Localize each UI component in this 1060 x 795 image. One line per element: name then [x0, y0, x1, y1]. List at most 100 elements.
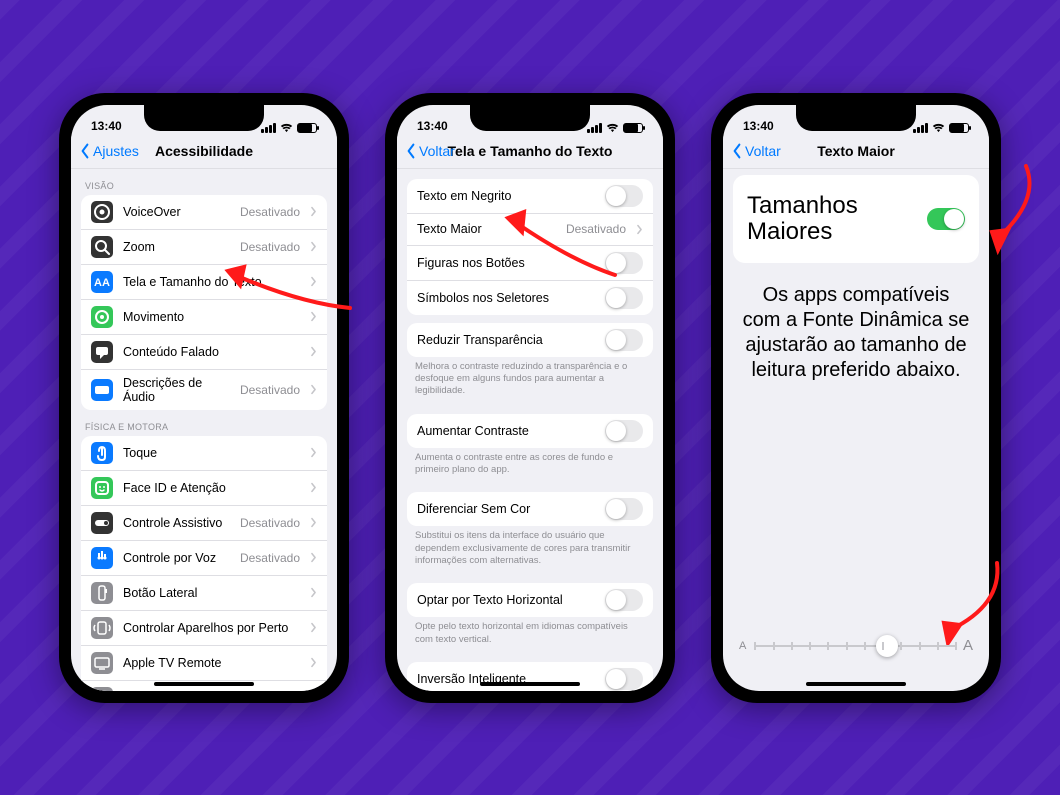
- settings-row[interactable]: Diferenciar Sem Cor: [407, 492, 653, 526]
- row-label: Controlar Aparelhos por Perto: [123, 621, 300, 635]
- toggle[interactable]: [605, 589, 643, 611]
- row-icon: [91, 379, 113, 401]
- chevron-right-icon: [310, 447, 317, 458]
- row-footnote: Substitui os itens da interface do usuár…: [397, 526, 663, 575]
- back-label: Ajustes: [93, 143, 139, 159]
- group-vision: VoiceOverDesativadoZoomDesativadoAATela …: [81, 195, 327, 410]
- settings-row[interactable]: Controle por VozDesativado: [81, 541, 327, 576]
- chevron-right-icon: [636, 224, 643, 235]
- row-icon: [91, 201, 113, 223]
- settings-row[interactable]: Movimento: [81, 300, 327, 335]
- chevron-right-icon: [310, 346, 317, 357]
- settings-row[interactable]: Aumentar Contraste: [407, 414, 653, 448]
- chevron-right-icon: [310, 482, 317, 493]
- settings-row[interactable]: Optar por Texto Horizontal: [407, 583, 653, 617]
- larger-sizes-card: TamanhosMaiores: [733, 175, 979, 264]
- settings-row[interactable]: Texto em Negrito: [407, 179, 653, 214]
- row-label: Diferenciar Sem Cor: [417, 502, 595, 516]
- nav-bar: Ajustes Acessibilidade: [71, 135, 337, 169]
- row-status: Desativado: [240, 205, 300, 219]
- toggle[interactable]: [605, 252, 643, 274]
- chevron-right-icon: [310, 311, 317, 322]
- settings-row[interactable]: Conteúdo Falado: [81, 335, 327, 370]
- row-label: Movimento: [123, 310, 300, 324]
- settings-row[interactable]: Figuras nos Botões: [407, 246, 653, 281]
- row-icon: [91, 341, 113, 363]
- toggle[interactable]: [605, 498, 643, 520]
- notch: [144, 105, 264, 131]
- group-single: Optar por Texto Horizontal: [407, 583, 653, 617]
- row-label: Conteúdo Falado: [123, 345, 300, 359]
- toggle[interactable]: [605, 420, 643, 442]
- toggle[interactable]: [605, 287, 643, 309]
- chevron-right-icon: [310, 276, 317, 287]
- row-icon: [91, 236, 113, 258]
- chevron-left-icon: [731, 143, 743, 159]
- slider-thumb[interactable]: [876, 635, 898, 657]
- row-label: Face ID e Atenção: [123, 481, 300, 495]
- toggle[interactable]: [605, 185, 643, 207]
- status-time: 13:40: [743, 119, 774, 133]
- settings-row[interactable]: Apple TV Remote: [81, 646, 327, 681]
- nav-bar: Voltar Tela e Tamanho do Texto: [397, 135, 663, 169]
- chevron-right-icon: [310, 552, 317, 563]
- row-status: Desativado: [240, 551, 300, 565]
- home-indicator[interactable]: [154, 682, 254, 686]
- group-single: Reduzir Transparência: [407, 323, 653, 357]
- row-label: Toque: [123, 446, 300, 460]
- settings-row[interactable]: Face ID e Atenção: [81, 471, 327, 506]
- row-icon: [91, 512, 113, 534]
- row-label: Texto Maior: [417, 222, 556, 236]
- signal-icon: [261, 123, 276, 133]
- larger-sizes-toggle[interactable]: [927, 208, 965, 230]
- settings-row[interactable]: Controlar Aparelhos por Perto: [81, 611, 327, 646]
- chevron-right-icon: [310, 657, 317, 668]
- row-icon: [91, 547, 113, 569]
- chevron-right-icon: [310, 384, 317, 395]
- text-size-slider[interactable]: [754, 645, 955, 647]
- settings-row[interactable]: Inversão Inteligente: [407, 662, 653, 691]
- row-label: Zoom: [123, 240, 230, 254]
- settings-row[interactable]: Botão Lateral: [81, 576, 327, 611]
- settings-row[interactable]: AATela e Tamanho do Texto: [81, 265, 327, 300]
- chevron-right-icon: [310, 622, 317, 633]
- back-button[interactable]: Voltar: [405, 143, 455, 159]
- size-large-a-icon: A: [963, 637, 973, 654]
- settings-row[interactable]: VoiceOverDesativado: [81, 195, 327, 230]
- chevron-left-icon: [79, 143, 91, 159]
- wifi-icon: [280, 123, 293, 133]
- group-text: Texto em Negrito Texto MaiorDesativadoFig…: [407, 179, 653, 315]
- row-icon: [91, 442, 113, 464]
- row-icon: [91, 617, 113, 639]
- settings-row[interactable]: ZoomDesativado: [81, 230, 327, 265]
- row-label: Aumentar Contraste: [417, 424, 595, 438]
- toggle[interactable]: [605, 329, 643, 351]
- settings-row[interactable]: Controle AssistivoDesativado: [81, 506, 327, 541]
- settings-row[interactable]: Símbolos nos Seletores: [407, 281, 653, 315]
- back-button[interactable]: Voltar: [731, 143, 781, 159]
- settings-row[interactable]: Descrições de ÁudioDesativado: [81, 370, 327, 410]
- row-label: Optar por Texto Horizontal: [417, 593, 595, 607]
- back-button[interactable]: Ajustes: [79, 143, 139, 159]
- battery-icon: [623, 123, 643, 133]
- nav-title: Acessibilidade: [155, 143, 253, 159]
- row-label: Texto em Negrito: [417, 189, 595, 203]
- chevron-right-icon: [310, 206, 317, 217]
- row-footnote: Aumenta o contraste entre as cores de fu…: [397, 448, 663, 485]
- settings-row[interactable]: Toque: [81, 436, 327, 471]
- text-size-slider-row: A A: [723, 633, 989, 669]
- row-icon: [91, 687, 113, 691]
- home-indicator[interactable]: [480, 682, 580, 686]
- status-time: 13:40: [417, 119, 448, 133]
- nav-title: Tela e Tamanho do Texto: [448, 143, 613, 159]
- row-label: Apple TV Remote: [123, 656, 300, 670]
- battery-icon: [949, 123, 969, 133]
- toggle[interactable]: [605, 668, 643, 690]
- settings-row-larger-text[interactable]: Texto MaiorDesativado: [407, 214, 653, 246]
- home-indicator[interactable]: [806, 682, 906, 686]
- row-label: Botão Lateral: [123, 586, 300, 600]
- phone-accessibility: 13:40 Ajustes Acessibilidade Visão Voice…: [59, 93, 349, 703]
- notch: [470, 105, 590, 131]
- settings-row[interactable]: Reduzir Transparência: [407, 323, 653, 357]
- group-header-motor: Física e Motora: [71, 410, 337, 436]
